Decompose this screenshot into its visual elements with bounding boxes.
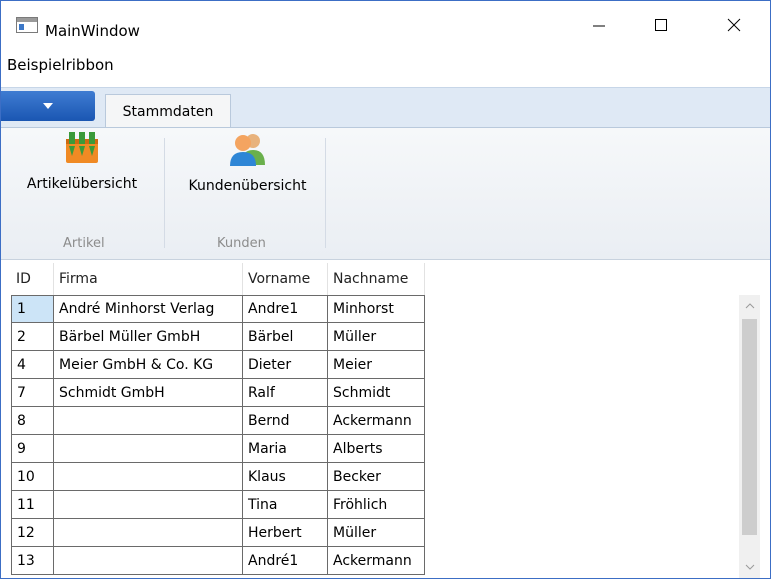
tab-stammdaten[interactable]: Stammdaten [105, 94, 231, 129]
window-title: MainWindow [45, 22, 140, 40]
cell-id[interactable]: 10 [11, 463, 54, 491]
cell-firma[interactable]: Schmidt GmbH [54, 379, 243, 407]
table-row[interactable]: 12 Herbert Müller [11, 519, 739, 547]
cell-vorname[interactable]: Tina [243, 491, 328, 519]
kundenuebersicht-label: Kundenübersicht [188, 178, 307, 194]
cell-id[interactable]: 12 [11, 519, 54, 547]
group-label-artikel: Artikel [63, 236, 105, 251]
cell-firma[interactable]: André Minhorst Verlag [54, 295, 243, 323]
chevron-down-icon [745, 564, 754, 570]
cell-vorname[interactable]: André1 [243, 547, 328, 575]
cell-firma[interactable] [54, 407, 243, 435]
minimize-icon [593, 25, 605, 27]
customers-icon [229, 134, 265, 166]
table-row[interactable]: 13 André1 Ackermann [11, 547, 739, 575]
cell-vorname[interactable]: Andre1 [243, 295, 328, 323]
maximize-button[interactable] [638, 9, 684, 41]
application-menu-button[interactable] [1, 91, 95, 121]
cell-nachname[interactable]: Minhorst [328, 295, 425, 323]
ribbon-tab-strip: Stammdaten [1, 87, 770, 129]
cell-id[interactable]: 1 [11, 295, 54, 323]
cell-id[interactable]: 4 [11, 351, 54, 379]
cell-firma[interactable] [54, 435, 243, 463]
ribbon-separator [325, 138, 326, 248]
column-header-id[interactable]: ID [11, 263, 54, 295]
scroll-up-button[interactable] [739, 295, 760, 317]
window-app-icon[interactable] [16, 17, 38, 33]
cell-nachname[interactable]: Müller [328, 323, 425, 351]
cell-nachname[interactable]: Ackermann [328, 547, 425, 575]
ribbon-group-artikel: Artikelübersicht Artikel [1, 128, 164, 259]
cell-firma[interactable] [54, 491, 243, 519]
ribbon-group-kunden: Kundenübersicht Kunden [165, 128, 325, 259]
column-header-nachname[interactable]: Nachname [328, 263, 425, 295]
cell-id[interactable]: 11 [11, 491, 54, 519]
cell-vorname[interactable]: Ralf [243, 379, 328, 407]
chevron-up-icon [745, 303, 754, 309]
table-row[interactable]: 2 Bärbel Müller GmbH Bärbel Müller [11, 323, 739, 351]
column-header-vorname[interactable]: Vorname [243, 263, 328, 295]
close-icon [727, 18, 741, 32]
kundenuebersicht-button[interactable]: Kundenübersicht [175, 132, 320, 194]
column-header-firma[interactable]: Firma [54, 263, 243, 295]
artikeluebersicht-button[interactable]: Artikelübersicht [17, 132, 147, 192]
cell-nachname[interactable]: Becker [328, 463, 425, 491]
cell-id[interactable]: 9 [11, 435, 54, 463]
customer-data-grid[interactable]: ID Firma Vorname Nachname 1 André Minhors… [11, 263, 760, 578]
table-row[interactable]: 8 Bernd Ackermann [11, 407, 739, 435]
table-row[interactable]: 4 Meier GmbH & Co. KG Dieter Meier [11, 351, 739, 379]
cell-nachname[interactable]: Schmidt [328, 379, 425, 407]
scroll-down-button[interactable] [739, 556, 760, 578]
grid-header: ID Firma Vorname Nachname [11, 263, 739, 295]
cell-vorname[interactable]: Dieter [243, 351, 328, 379]
close-button[interactable] [711, 9, 757, 41]
cell-nachname[interactable]: Fröhlich [328, 491, 425, 519]
products-icon [66, 132, 98, 163]
cell-nachname[interactable]: Müller [328, 519, 425, 547]
menu-row: Beispielribbon [1, 45, 770, 85]
table-row[interactable]: 11 Tina Fröhlich [11, 491, 739, 519]
table-row[interactable]: 9 Maria Alberts [11, 435, 739, 463]
cell-id[interactable]: 8 [11, 407, 54, 435]
main-window: MainWindow Beispielribbon Stammdaten Art… [0, 0, 771, 579]
cell-firma[interactable]: Bärbel Müller GmbH [54, 323, 243, 351]
cell-vorname[interactable]: Bernd [243, 407, 328, 435]
cell-firma[interactable]: Meier GmbH & Co. KG [54, 351, 243, 379]
title-bar[interactable]: MainWindow [1, 1, 770, 45]
cell-vorname[interactable]: Klaus [243, 463, 328, 491]
scrollbar-thumb[interactable] [742, 319, 757, 535]
group-label-kunden: Kunden [217, 236, 266, 251]
cell-firma[interactable] [54, 519, 243, 547]
table-row[interactable]: 7 Schmidt GmbH Ralf Schmidt [11, 379, 739, 407]
cell-firma[interactable] [54, 547, 243, 575]
maximize-icon [655, 19, 667, 31]
table-row[interactable]: 10 Klaus Becker [11, 463, 739, 491]
cell-nachname[interactable]: Alberts [328, 435, 425, 463]
ribbon-panel: Artikelübersicht Artikel Kundenübersicht… [1, 127, 770, 260]
menu-label: Beispielribbon [7, 56, 114, 74]
cell-id[interactable]: 7 [11, 379, 54, 407]
cell-nachname[interactable]: Ackermann [328, 407, 425, 435]
vertical-scrollbar[interactable] [739, 295, 760, 578]
cell-vorname[interactable]: Maria [243, 435, 328, 463]
artikeluebersicht-label: Artikelübersicht [26, 176, 138, 192]
cell-firma[interactable] [54, 463, 243, 491]
chevron-down-icon [43, 103, 53, 109]
cell-id[interactable]: 13 [11, 547, 54, 575]
cell-vorname[interactable]: Bärbel [243, 323, 328, 351]
minimize-button[interactable] [576, 9, 622, 41]
cell-nachname[interactable]: Meier [328, 351, 425, 379]
table-row[interactable]: 1 André Minhorst Verlag Andre1 Minhorst [11, 295, 739, 323]
cell-vorname[interactable]: Herbert [243, 519, 328, 547]
cell-id[interactable]: 2 [11, 323, 54, 351]
